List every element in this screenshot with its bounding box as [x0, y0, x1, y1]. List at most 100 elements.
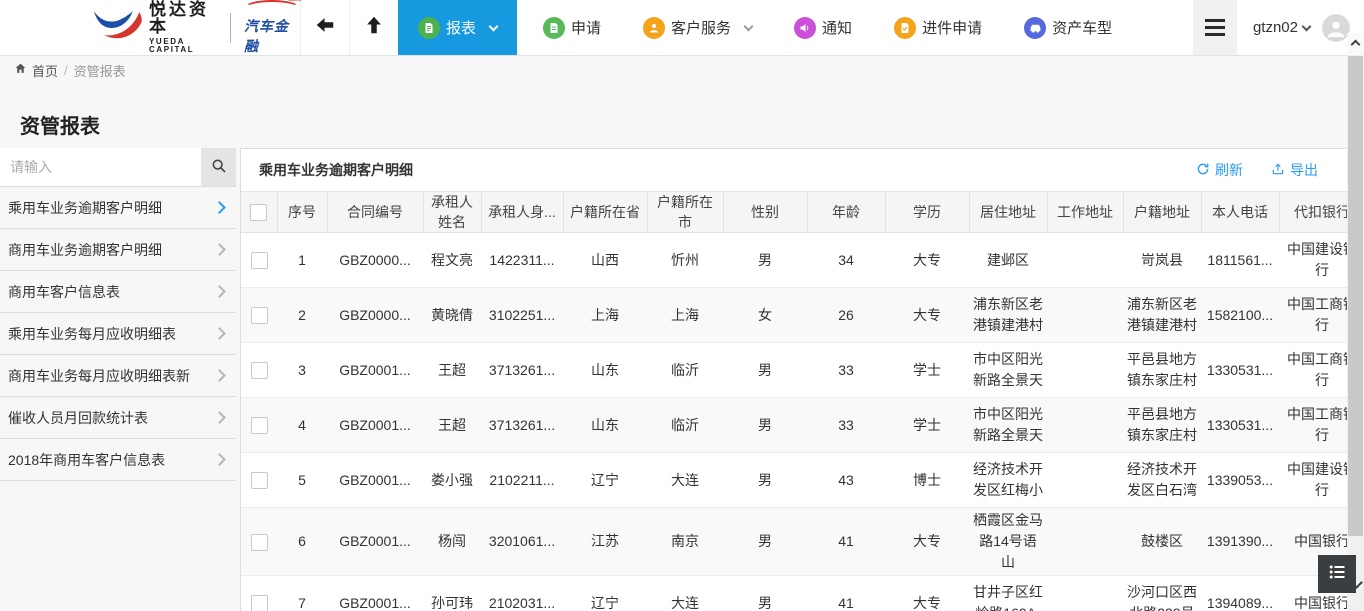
select-all-checkbox[interactable] — [250, 204, 267, 221]
vertical-scrollbar[interactable] — [1347, 33, 1364, 611]
table-cell: 浦东新区老港镇建港村 — [969, 288, 1047, 343]
sidebar-item-label: 乘用车业务逾期客户明细 — [8, 198, 162, 218]
table-cell — [1047, 576, 1123, 611]
table-cell: 33 — [807, 398, 885, 453]
floating-list-button[interactable] — [1318, 555, 1356, 593]
nav-item-apply[interactable]: 申请 — [527, 0, 617, 55]
table-row[interactable]: 7GBZ0001...孙可玮2102031...辽宁大连男41大专甘井子区红岭路… — [241, 576, 1364, 611]
table-row[interactable]: 4GBZ0001...王超3713261...山东临沂男33学士市中区阳光新路全… — [241, 398, 1364, 453]
nav-item-label: 进件申请 — [922, 17, 982, 38]
scroll-top-button[interactable] — [349, 0, 398, 55]
table-row[interactable]: 1GBZ0000...程文亮1422311...山西忻州男34大专建邺区岢岚县1… — [241, 233, 1364, 288]
row-checkbox[interactable] — [251, 534, 268, 551]
table-cell: 王超 — [423, 343, 481, 398]
refresh-button[interactable]: 刷新 — [1196, 160, 1243, 180]
table-cell: 学士 — [885, 398, 969, 453]
row-checkbox[interactable] — [251, 472, 268, 489]
list-icon — [1327, 562, 1347, 587]
sidebar-item-2[interactable]: 商用车业务逾期客户明细 — [0, 229, 236, 271]
search-input[interactable] — [0, 148, 201, 186]
table-cell: GBZ0001... — [327, 453, 423, 508]
column-header: 年龄 — [807, 192, 885, 233]
avatar[interactable] — [1322, 14, 1350, 42]
nav-item-notifications[interactable]: 通知 — [778, 0, 868, 55]
table-cell: 浦东新区老港镇建港村 — [1123, 288, 1201, 343]
sidebar-item-4[interactable]: 乘用车业务每月应收明细表 — [0, 313, 236, 355]
scroll-up-arrow-icon[interactable] — [1347, 33, 1364, 55]
refresh-icon — [1196, 162, 1210, 179]
table-cell: 1391390... — [1201, 508, 1279, 576]
table-cell: GBZ0001... — [327, 343, 423, 398]
table-cell: 山东 — [563, 343, 647, 398]
chevron-down-icon — [1302, 21, 1312, 31]
back-button[interactable] — [300, 0, 349, 55]
brand-logo[interactable]: 悦达资本 YUEDA CAPITAL auto 汽车金融 — [0, 0, 300, 55]
menu-toggle-button[interactable] — [1193, 0, 1237, 55]
table-row[interactable]: 3GBZ0001...王超3713261...山东临沂男33学士市中区阳光新路全… — [241, 343, 1364, 398]
table-cell: 杨闯 — [423, 508, 481, 576]
sidebar-item-1[interactable]: 乘用车业务逾期客户明细 — [0, 187, 236, 229]
yueda-logo-mark-icon — [92, 7, 142, 48]
table-cell: 3713261... — [481, 343, 563, 398]
row-checkbox[interactable] — [251, 362, 268, 379]
nav-item-asset-models[interactable]: 资产车型 — [1008, 0, 1128, 55]
scrollbar-thumb[interactable] — [1348, 56, 1363, 536]
sidebar-item-6[interactable]: 催收人员月回款统计表 — [0, 397, 236, 439]
breadcrumb-current: 资管报表 — [74, 61, 126, 80]
table-cell: GBZ0001... — [327, 508, 423, 576]
table-cell: 大连 — [647, 576, 723, 611]
export-button[interactable]: 导出 — [1271, 160, 1318, 180]
table-cell: 1811561... — [1201, 233, 1279, 288]
sub-brand-name: 汽车金融 — [244, 16, 300, 56]
table-cell — [1047, 398, 1123, 453]
table-cell: 3201061... — [481, 508, 563, 576]
table-cell: 1582100... — [1201, 288, 1279, 343]
nav-item-intake-apply[interactable]: 进件申请 — [878, 0, 998, 55]
row-checkbox[interactable] — [251, 307, 268, 324]
nav-item-customer-service[interactable]: 客户服务 — [627, 0, 768, 55]
chevron-right-icon — [213, 411, 226, 424]
table-cell: 34 — [807, 233, 885, 288]
table-cell: 经济技术开发区白石湾 — [1123, 453, 1201, 508]
table-cell: 1339053... — [1201, 453, 1279, 508]
sidebar-item-7[interactable]: 2018年商用车客户信息表 — [0, 439, 236, 481]
report-icon — [418, 17, 440, 39]
table-cell: 3713261... — [481, 398, 563, 453]
column-header: 序号 — [277, 192, 327, 233]
user-menu[interactable]: gtzn02 — [1253, 19, 1310, 36]
row-checkbox[interactable] — [251, 252, 268, 269]
table-row[interactable]: 5GBZ0001...娄小强2102211...辽宁大连男43博士经济技术开发区… — [241, 453, 1364, 508]
table-cell: 市中区阳光新路全景天 — [969, 343, 1047, 398]
table-cell: 江苏 — [563, 508, 647, 576]
table-cell: 忻州 — [647, 233, 723, 288]
row-checkbox[interactable] — [251, 417, 268, 434]
table-cell — [1047, 343, 1123, 398]
column-header: 合同编号 — [327, 192, 423, 233]
brand-name-cn: 悦达资本 — [149, 1, 217, 35]
back-arrow-icon — [314, 14, 336, 41]
row-checkbox[interactable] — [251, 595, 268, 611]
intake-apply-icon — [894, 17, 916, 39]
table-cell: 黄晓倩 — [423, 288, 481, 343]
logo-divider — [230, 13, 231, 43]
table-cell: 3102251... — [481, 288, 563, 343]
sub-brand-tag: auto — [288, 0, 302, 3]
sidebar-item-3[interactable]: 商用车客户信息表 — [0, 271, 236, 313]
breadcrumb: 首页 / 资管报表 — [0, 55, 126, 85]
sidebar-item-5[interactable]: 商用车业务每月应收明细表新 — [0, 355, 236, 397]
nav-item-label: 客户服务 — [671, 17, 731, 38]
table-cell: 男 — [723, 343, 807, 398]
nav-item-reports[interactable]: 报表 — [398, 0, 517, 55]
table-row[interactable]: 2GBZ0000...黄晓倩3102251...上海上海女26大专浦东新区老港镇… — [241, 288, 1364, 343]
table-cell: 上海 — [647, 288, 723, 343]
brand-name-en: YUEDA CAPITAL — [149, 38, 217, 54]
table-cell: 大专 — [885, 576, 969, 611]
table-row[interactable]: 6GBZ0001...杨闯3201061...江苏南京男41大专栖霞区金马路14… — [241, 508, 1364, 576]
table-cell: 男 — [723, 576, 807, 611]
breadcrumb-home[interactable]: 首页 — [14, 61, 58, 80]
table-cell: 博士 — [885, 453, 969, 508]
chevron-right-icon — [213, 243, 226, 256]
data-table: 序号合同编号承租人姓名承租人身...户籍所在省户籍所在市性别年龄学历居住地址工作… — [241, 191, 1364, 611]
table-cell: 娄小强 — [423, 453, 481, 508]
search-button[interactable] — [201, 148, 236, 186]
